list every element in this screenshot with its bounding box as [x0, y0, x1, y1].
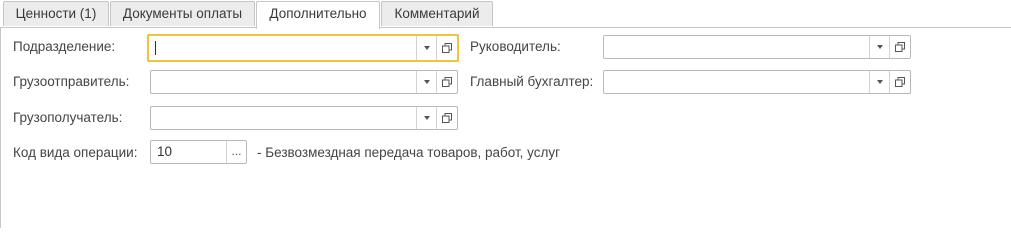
- head-field[interactable]: [603, 35, 911, 59]
- open-window-icon[interactable]: [436, 36, 457, 60]
- consignee-field[interactable]: [150, 106, 458, 130]
- tab-bar: Ценности (1) Документы оплаты Дополнител…: [0, 0, 1011, 29]
- chevron-down-icon[interactable]: [416, 71, 437, 93]
- tab-divider: [0, 27, 1011, 28]
- chevron-down-icon[interactable]: [869, 36, 890, 58]
- tab-payment-documents[interactable]: Документы оплаты: [110, 1, 255, 26]
- shipper-field[interactable]: [150, 70, 458, 94]
- select-ellipsis-button[interactable]: ...: [226, 141, 246, 163]
- chevron-down-icon[interactable]: [869, 71, 890, 93]
- head-label: Руководитель:: [470, 39, 561, 54]
- shipper-label: Грузоотправитель:: [13, 74, 130, 89]
- open-window-icon[interactable]: [436, 107, 457, 129]
- operation-code-value: 10: [157, 144, 173, 159]
- operation-code-description: - Безвозмездная передача товаров, работ,…: [257, 145, 561, 160]
- operation-code-field[interactable]: 10 ...: [150, 140, 247, 164]
- tab-additional[interactable]: Дополнительно: [256, 1, 380, 29]
- chevron-down-icon[interactable]: [416, 107, 437, 129]
- operation-code-label: Код вида операции:: [13, 145, 138, 160]
- subdivision-label: Подразделение:: [13, 39, 116, 54]
- tab-comment[interactable]: Комментарий: [381, 1, 493, 26]
- open-window-icon[interactable]: [436, 71, 457, 93]
- chevron-down-icon[interactable]: [416, 36, 437, 60]
- subdivision-field[interactable]: [147, 34, 459, 62]
- text-cursor: [155, 41, 156, 55]
- consignee-label: Грузополучатель:: [13, 110, 123, 125]
- chief-accountant-label: Главный бухгалтер:: [470, 74, 594, 89]
- chief-accountant-field[interactable]: [603, 70, 911, 94]
- content-border: [0, 28, 1, 228]
- tab-valuables[interactable]: Ценности (1): [3, 1, 109, 26]
- open-window-icon[interactable]: [889, 71, 910, 93]
- open-window-icon[interactable]: [889, 36, 910, 58]
